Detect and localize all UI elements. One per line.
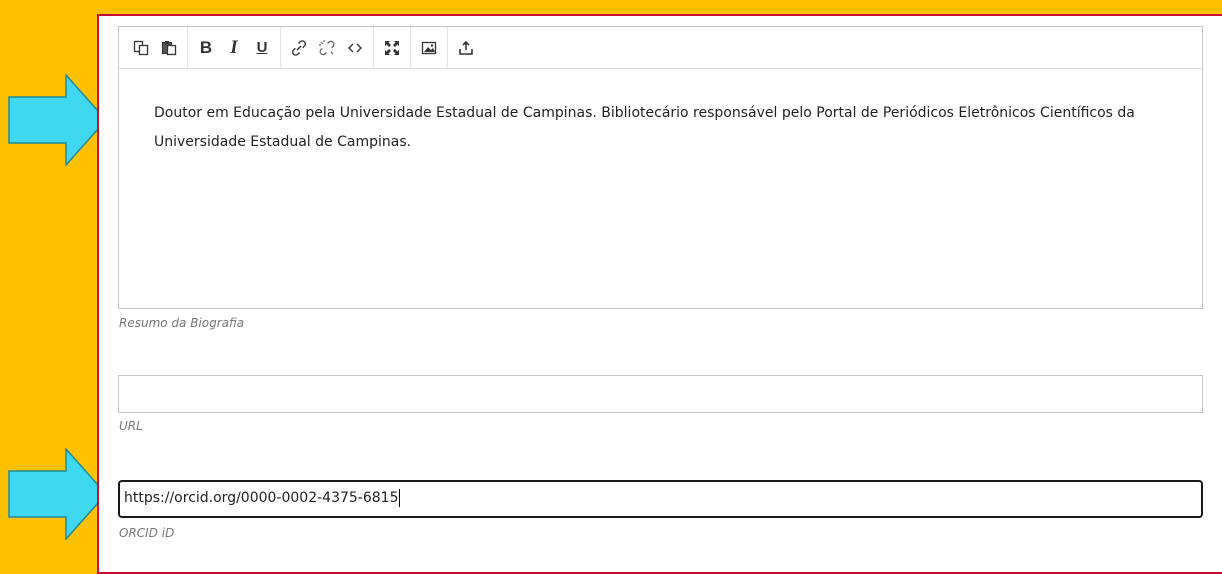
link-icon[interactable] (285, 34, 313, 62)
url-input[interactable] (118, 375, 1203, 413)
italic-button[interactable]: I (220, 34, 248, 62)
orcid-value: https://orcid.org/0000-0002-4375-6815 (124, 490, 399, 506)
bio-text[interactable]: Doutor em Educação pela Universidade Est… (119, 69, 1202, 157)
url-label: URL (119, 419, 143, 433)
form-panel: B I U Doutor em Educação pela Universida… (97, 14, 1222, 574)
underline-button[interactable]: U (248, 34, 276, 62)
upload-icon[interactable] (452, 34, 480, 62)
copy-icon[interactable] (127, 34, 155, 62)
fullscreen-icon[interactable] (378, 34, 406, 62)
editor-toolbar: B I U (119, 27, 1202, 69)
bold-button[interactable]: B (192, 34, 220, 62)
unlink-icon[interactable] (313, 34, 341, 62)
orcid-label: ORCID iD (119, 526, 175, 540)
orcid-input[interactable]: https://orcid.org/0000-0002-4375-6815 (118, 480, 1203, 518)
bio-editor[interactable]: B I U Doutor em Educação pela Universida… (118, 26, 1203, 309)
text-caret (399, 489, 401, 507)
image-icon[interactable] (415, 34, 443, 62)
paste-icon[interactable] (155, 34, 183, 62)
arrow-bio-icon (8, 74, 108, 166)
arrow-orcid-icon (8, 448, 108, 540)
code-icon[interactable] (341, 34, 369, 62)
bio-label: Resumo da Biografia (119, 316, 245, 330)
